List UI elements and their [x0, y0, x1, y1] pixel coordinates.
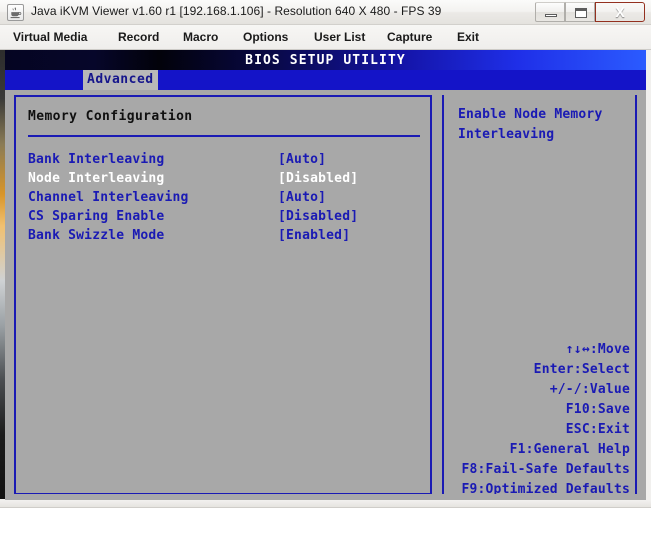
- setting-value[interactable]: [Auto]: [278, 150, 326, 169]
- setting-row-cs-sparing-enable[interactable]: CS Sparing Enable [Disabled]: [28, 207, 420, 226]
- setting-label: Bank Swizzle Mode: [28, 226, 164, 245]
- help-key-value: +/-/:Value: [452, 380, 630, 400]
- bios-help-panel: Enable Node Memory Interleaving ↑↓↔:Move…: [442, 95, 637, 495]
- bios-body: Memory Configuration Bank Interleaving […: [5, 90, 646, 500]
- setting-label: Channel Interleaving: [28, 188, 189, 207]
- panel-heading: Memory Configuration: [28, 109, 193, 124]
- help-key-general-help: F1:General Help: [452, 440, 630, 460]
- bios-remote-screen[interactable]: BIOS SETUP UTILITY Advanced Memory Confi…: [5, 50, 646, 500]
- bios-title-text: BIOS SETUP UTILITY: [5, 53, 646, 68]
- setting-row-node-interleaving[interactable]: Node Interleaving [Disabled]: [28, 169, 420, 188]
- window-title-text: Java iKVM Viewer v1.60 r1 [192.168.1.106…: [31, 4, 441, 18]
- setting-value[interactable]: [Disabled]: [278, 169, 358, 188]
- window-status-strip: [0, 500, 651, 508]
- ikvm-viewer-window: Java iKVM Viewer v1.60 r1 [192.168.1.106…: [0, 0, 651, 542]
- close-button[interactable]: X: [595, 2, 645, 22]
- help-key-fail-safe-defaults: F8:Fail-Safe Defaults: [452, 460, 630, 480]
- bios-footer-gap: [5, 494, 646, 500]
- setting-label: CS Sparing Enable: [28, 207, 164, 226]
- setting-row-bank-interleaving[interactable]: Bank Interleaving [Auto]: [28, 150, 420, 169]
- memory-configuration-panel: Memory Configuration Bank Interleaving […: [14, 95, 432, 495]
- window-title-bar: Java iKVM Viewer v1.60 r1 [192.168.1.106…: [0, 0, 651, 25]
- bios-title-bar: BIOS SETUP UTILITY: [5, 50, 646, 70]
- menu-item-capture[interactable]: Capture: [384, 29, 435, 45]
- help-key-exit: ESC:Exit: [452, 420, 630, 440]
- setting-value[interactable]: [Auto]: [278, 188, 326, 207]
- menu-item-virtual-media[interactable]: Virtual Media: [10, 29, 90, 45]
- help-key-legend: ↑↓↔:Move Enter:Select +/-/:Value F10:Sav…: [452, 340, 634, 500]
- window-bottom-chrome: [0, 500, 651, 542]
- close-icon: X: [596, 3, 644, 21]
- main-menu-bar: Virtual Media Record Macro Options User …: [0, 25, 651, 50]
- maximize-button[interactable]: [565, 2, 595, 22]
- tab-advanced[interactable]: Advanced: [83, 70, 158, 90]
- help-key-move: ↑↓↔:Move: [452, 340, 630, 360]
- help-description: Enable Node Memory Interleaving: [458, 105, 628, 145]
- panel-divider: [28, 135, 420, 137]
- setting-label: Node Interleaving: [28, 169, 164, 188]
- setting-value[interactable]: [Enabled]: [278, 226, 350, 245]
- menu-item-user-list[interactable]: User List: [311, 29, 368, 45]
- setting-value[interactable]: [Disabled]: [278, 207, 358, 226]
- bios-tab-bar: Advanced: [5, 70, 646, 90]
- minimize-button[interactable]: [535, 2, 565, 22]
- menu-item-macro[interactable]: Macro: [180, 29, 221, 45]
- menu-item-options[interactable]: Options: [240, 29, 291, 45]
- setting-row-bank-swizzle-mode[interactable]: Bank Swizzle Mode [Enabled]: [28, 226, 420, 245]
- menu-item-record[interactable]: Record: [115, 29, 162, 45]
- minimize-icon: [545, 14, 557, 17]
- maximize-icon: [575, 8, 587, 18]
- help-key-select: Enter:Select: [452, 360, 630, 380]
- java-coffee-cup-icon: [7, 4, 24, 21]
- menu-item-exit[interactable]: Exit: [454, 29, 482, 45]
- setting-label: Bank Interleaving: [28, 150, 164, 169]
- help-key-save: F10:Save: [452, 400, 630, 420]
- setting-row-channel-interleaving[interactable]: Channel Interleaving [Auto]: [28, 188, 420, 207]
